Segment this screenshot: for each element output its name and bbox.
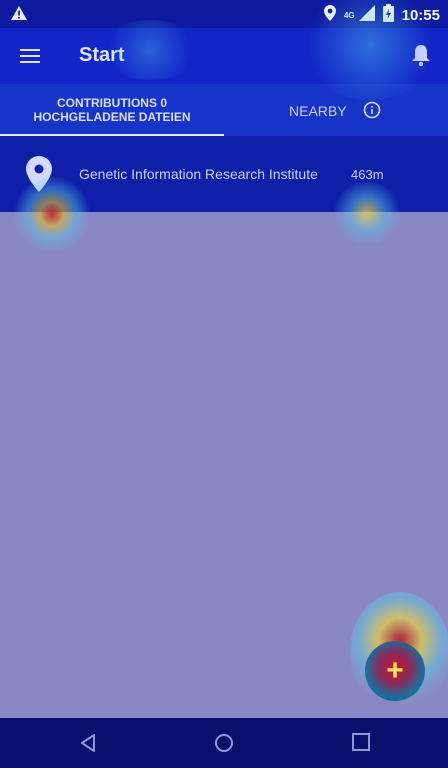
recents-icon[interactable] <box>352 733 370 756</box>
home-icon[interactable] <box>214 733 234 758</box>
location-icon <box>323 5 336 26</box>
place-distance: 463m <box>351 167 384 182</box>
app-bar: Start <box>0 28 448 84</box>
map-pin-icon <box>26 156 52 197</box>
bell-icon[interactable] <box>410 43 432 72</box>
tab-bar: CONTRIBUTIONS 0 HOCHGELADENE DATEIEN NEA… <box>0 84 448 136</box>
tab-contributions[interactable]: CONTRIBUTIONS 0 HOCHGELADENE DATEIEN <box>0 84 224 136</box>
plus-icon: + <box>386 654 404 687</box>
list-item[interactable]: Genetic Information Research Institute 4… <box>0 136 448 212</box>
status-bar: 4G 10:55 <box>0 0 448 28</box>
place-name: Genetic Information Research Institute <box>79 166 318 182</box>
tab-contributions-label: CONTRIBUTIONS 0 <box>56 96 167 110</box>
info-icon[interactable] <box>363 101 381 124</box>
add-button[interactable]: + <box>365 641 425 701</box>
battery-icon <box>382 4 394 27</box>
network-type: 4G <box>343 11 355 20</box>
clock: 10:55 <box>401 7 440 24</box>
warning-icon <box>10 5 28 26</box>
back-icon[interactable] <box>78 733 98 758</box>
tab-uploaded-label: HOCHGELADENE DATEIEN <box>33 110 191 124</box>
page-title: Start <box>79 44 125 66</box>
signal-icon <box>358 5 375 26</box>
tab-nearby-label: NEARBY <box>289 103 347 119</box>
menu-icon[interactable] <box>18 46 42 66</box>
navigation-bar <box>0 718 448 768</box>
tab-nearby[interactable]: NEARBY <box>224 84 448 136</box>
